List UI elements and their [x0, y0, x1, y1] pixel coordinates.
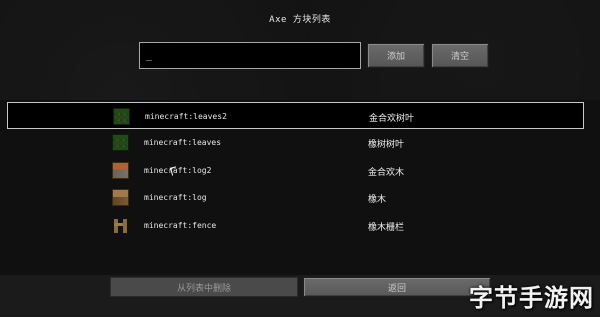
acacia-leaves-icon	[113, 108, 130, 125]
block-name-input[interactable]	[139, 42, 361, 69]
list-item[interactable]: minecraft:leaves2 金合欢树叶	[7, 102, 584, 129]
back-button[interactable]: 返回	[303, 277, 491, 297]
list-item[interactable]: minecraft:log 橡木	[7, 184, 584, 211]
block-display-name: 橡木栅栏	[368, 223, 405, 233]
list-item[interactable]: minecraft:fence 橡木栅栏	[7, 212, 584, 239]
screen-title: Axe 方块列表	[269, 15, 331, 25]
oak-log-icon	[112, 189, 129, 206]
oak-fence-icon	[112, 217, 129, 234]
add-button[interactable]: 添加	[367, 43, 425, 68]
watermark: 字节手游网	[469, 284, 594, 312]
remove-from-list-button[interactable]: 从列表中删除	[110, 277, 298, 297]
block-display-name: 金合欢树叶	[369, 114, 415, 124]
acacia-log-icon	[112, 162, 129, 179]
block-display-name: 橡树树叶	[368, 140, 405, 150]
block-id: minecraft:fence	[144, 221, 217, 230]
oak-leaves-icon	[112, 134, 129, 151]
block-display-name: 橡木	[368, 195, 387, 205]
block-id: minecraft:leaves2	[145, 112, 227, 121]
block-display-name: 金合欢木	[368, 168, 405, 178]
clear-button[interactable]: 清空	[431, 43, 489, 68]
block-id: minecraft:leaves	[144, 138, 222, 147]
list-item[interactable]: minecraft:leaves 橡树树叶	[7, 129, 584, 156]
block-id: minecraft:log	[144, 193, 207, 202]
list-item[interactable]: minecraft:log2 金合欢木	[7, 157, 584, 184]
